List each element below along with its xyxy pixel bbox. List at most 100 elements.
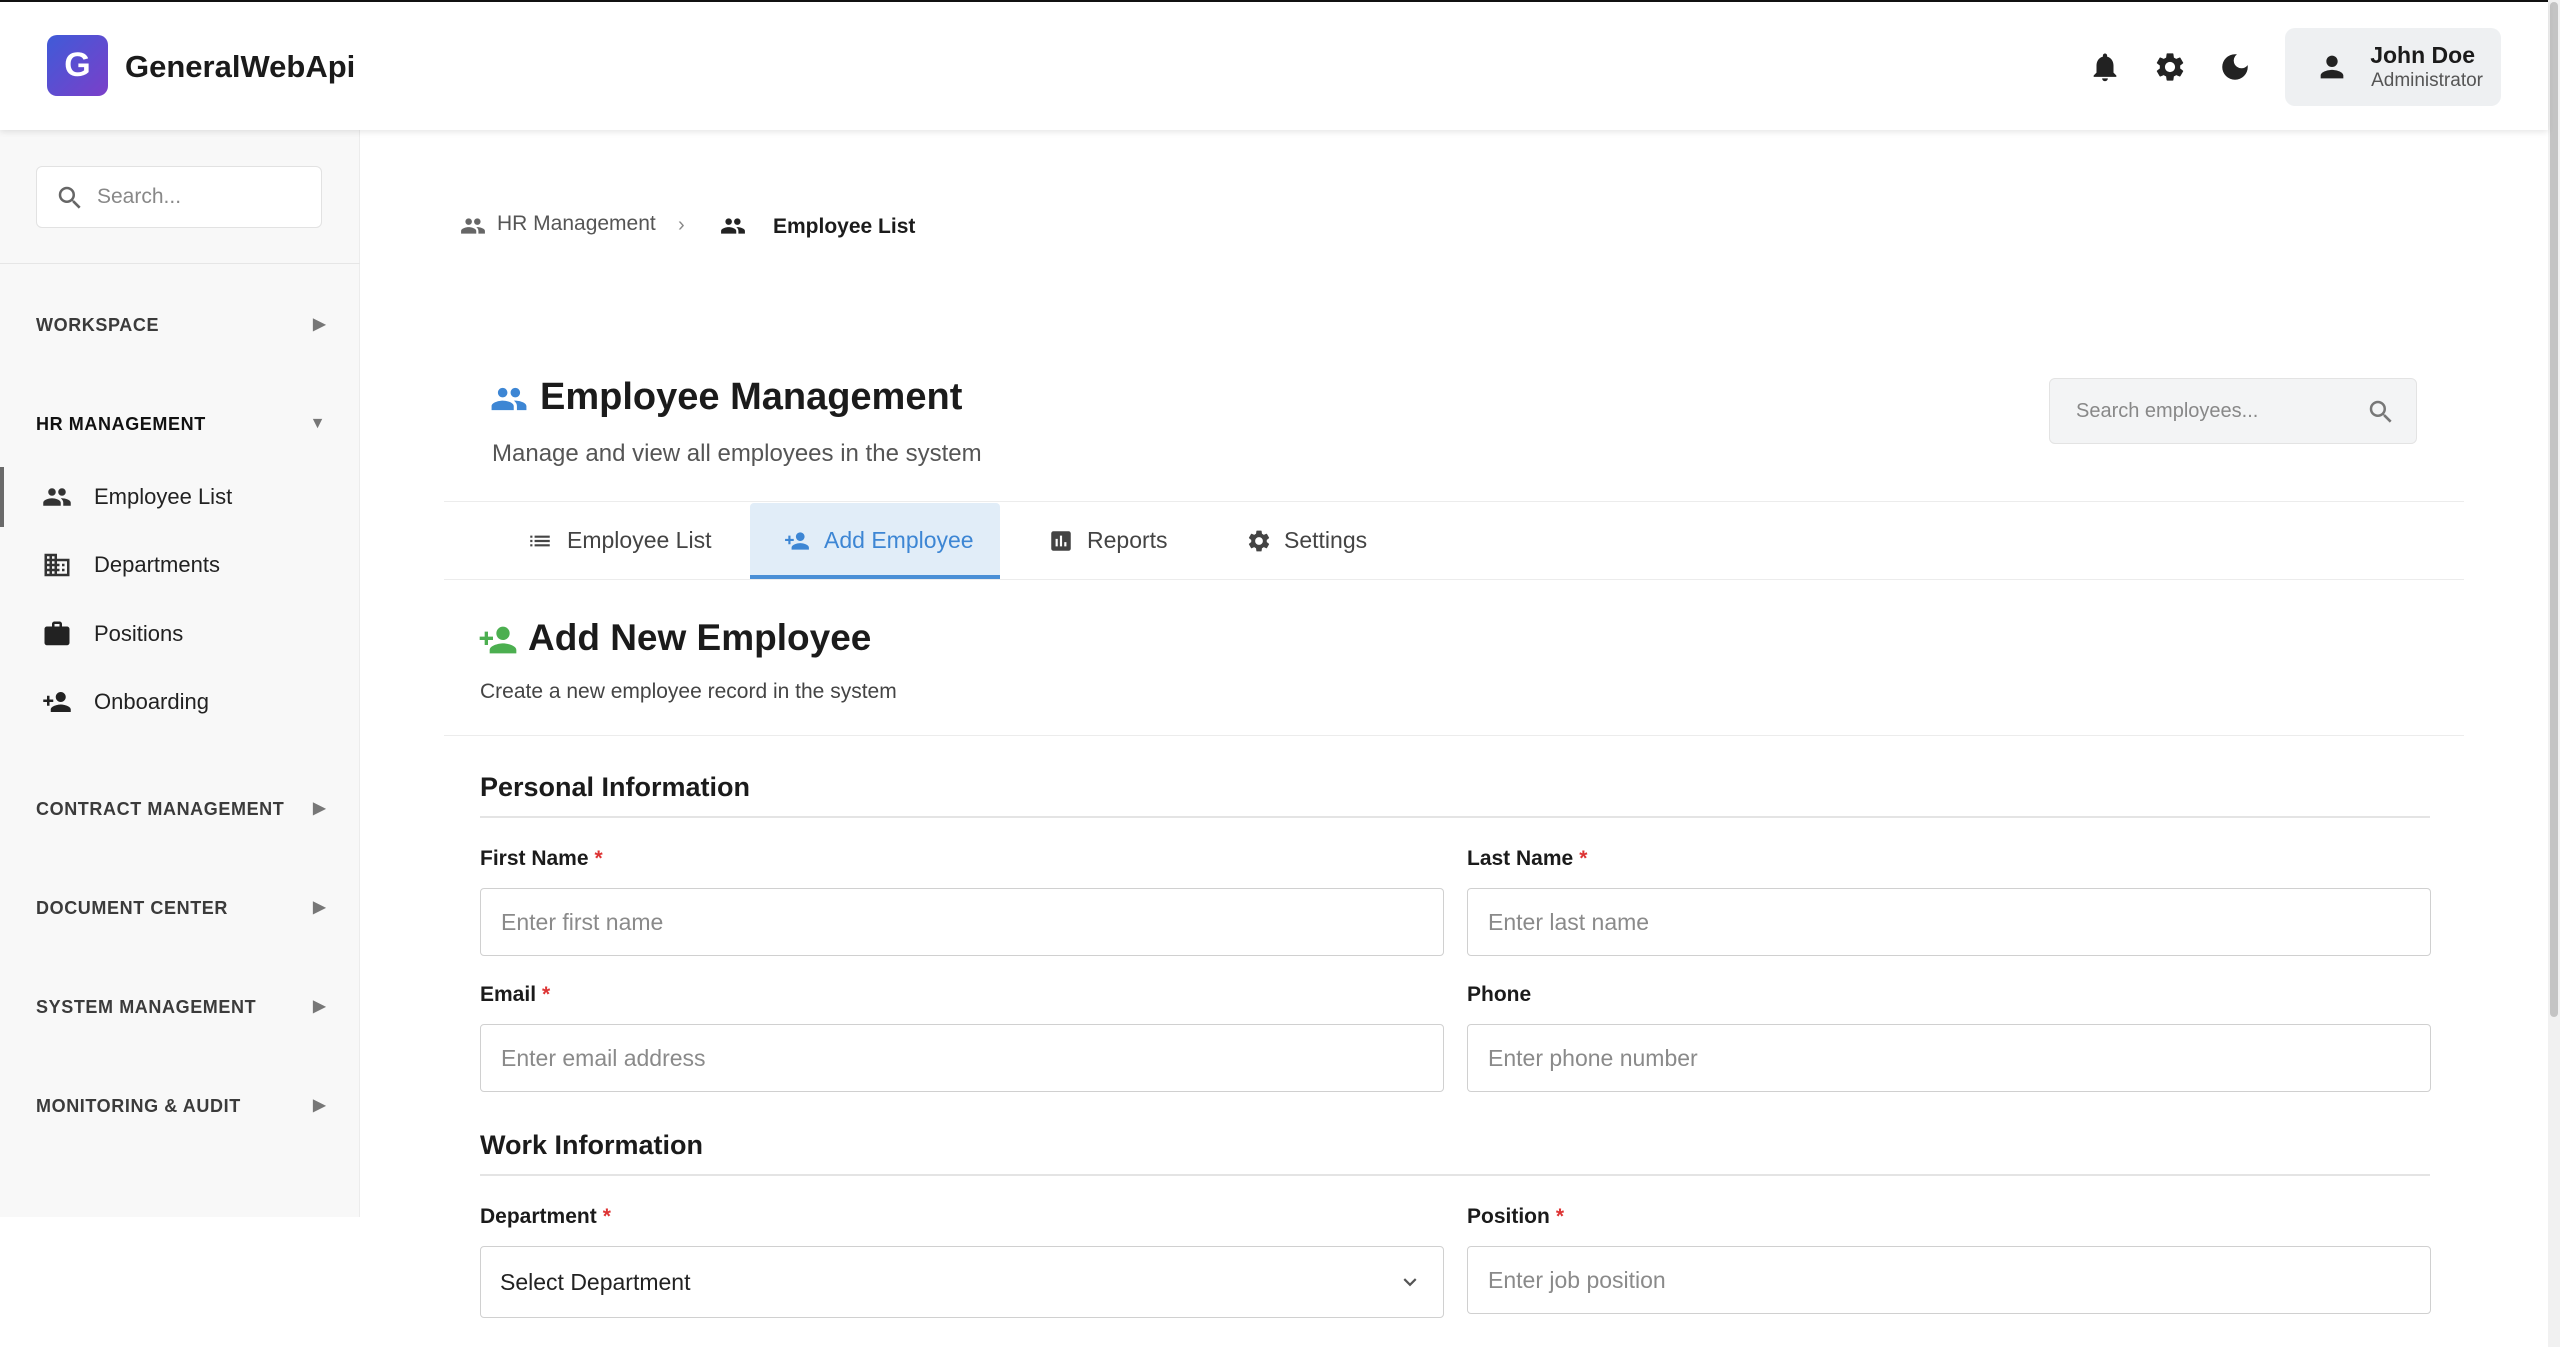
label-text: Phone: [1467, 983, 1532, 1006]
gear-icon: [1246, 528, 1272, 554]
position-field[interactable]: [1467, 1246, 2431, 1314]
sidebar-item-onboarding[interactable]: Onboarding: [0, 674, 360, 730]
tab-add-employee[interactable]: Add Employee: [750, 503, 1000, 579]
required-mark: *: [1579, 847, 1588, 870]
section-label: HR MANAGEMENT: [36, 414, 206, 434]
expand-arrow-icon: ▶: [313, 316, 326, 333]
label-text: Position: [1467, 1205, 1550, 1228]
department-select[interactable]: Select Department: [480, 1246, 1444, 1318]
first-name-label: First Name *: [480, 847, 603, 871]
chevron-down-icon: [1397, 1269, 1423, 1295]
required-mark: *: [594, 847, 603, 870]
building-icon: [42, 550, 72, 580]
top-bar: G GeneralWebApi John Doe Administrator: [0, 0, 2548, 130]
sidebar: WORKSPACE ▶ HR MANAGEMENT ▼ Employee Lis…: [0, 130, 360, 1217]
breadcrumb-current: Employee List: [773, 215, 916, 238]
sidebar-item-label: Employee List: [94, 484, 233, 509]
expand-arrow-icon: ▶: [313, 998, 326, 1015]
label-text: First Name: [480, 847, 589, 870]
required-mark: *: [542, 983, 551, 1006]
section-hr-management[interactable]: HR MANAGEMENT ▼: [36, 409, 326, 439]
collapse-arrow-icon: ▼: [309, 415, 326, 432]
expand-arrow-icon: ▶: [313, 899, 326, 916]
page-title: Employee Management: [540, 376, 963, 418]
group-divider: [480, 816, 2430, 818]
department-selected: Select Department: [500, 1269, 691, 1295]
sidebar-search-input[interactable]: [95, 177, 310, 217]
last-name-field[interactable]: [1467, 888, 2431, 956]
tab-reports[interactable]: Reports: [1030, 503, 1210, 579]
section-contract-management[interactable]: CONTRACT MANAGEMENT ▶: [36, 794, 326, 824]
user-name: John Doe: [2370, 42, 2475, 68]
tab-label: Reports: [1087, 527, 1168, 553]
section-label: SYSTEM MANAGEMENT: [36, 997, 257, 1017]
section-label: DOCUMENT CENTER: [36, 898, 228, 918]
people-icon: [42, 482, 72, 512]
first-name-field[interactable]: [480, 888, 1444, 956]
required-mark: *: [602, 1205, 611, 1228]
label-text: Email: [480, 983, 537, 1006]
sidebar-search: [36, 166, 322, 228]
search-icon: [55, 183, 85, 213]
label-text: Last Name: [1467, 847, 1574, 870]
form-title: Add New Employee: [528, 617, 872, 658]
moon-icon[interactable]: [2218, 50, 2252, 84]
tab-settings[interactable]: Settings: [1230, 503, 1410, 579]
app-logo[interactable]: G: [47, 35, 108, 96]
employee-search-input[interactable]: [2074, 391, 2364, 431]
form-divider: [444, 735, 2464, 736]
sidebar-item-employee-list[interactable]: Employee List: [0, 467, 360, 527]
section-workspace[interactable]: WORKSPACE ▶: [36, 310, 326, 340]
group-divider: [480, 1174, 2430, 1176]
page-subtitle: Manage and view all employees in the sys…: [492, 440, 982, 467]
employee-search: [2049, 378, 2417, 444]
section-monitoring-audit[interactable]: MONITORING & AUDIT ▶: [36, 1091, 326, 1121]
tab-label: Settings: [1284, 527, 1368, 553]
person-icon: [2315, 50, 2349, 84]
user-menu[interactable]: John Doe Administrator: [2285, 28, 2501, 106]
list-icon: [527, 528, 553, 554]
tab-employee-list[interactable]: Employee List: [505, 503, 723, 579]
last-name-label: Last Name *: [1467, 847, 1587, 871]
app-title[interactable]: GeneralWebApi: [125, 49, 355, 85]
email-field[interactable]: [480, 1024, 1444, 1092]
required-mark: *: [1555, 1205, 1565, 1228]
bell-icon[interactable]: [2088, 50, 2122, 84]
sidebar-item-departments[interactable]: Departments: [0, 537, 360, 593]
personal-info-title: Personal Information: [480, 772, 751, 802]
section-document-center[interactable]: DOCUMENT CENTER ▶: [36, 893, 326, 923]
sidebar-item-label: Departments: [94, 552, 220, 577]
person-add-icon: [42, 687, 72, 717]
sidebar-divider: [0, 263, 360, 264]
label-text: Department: [480, 1205, 597, 1228]
phone-field[interactable]: [1467, 1024, 2431, 1092]
form-subtitle: Create a new employee record in the syst…: [480, 680, 897, 703]
expand-arrow-icon: ▶: [313, 1097, 326, 1114]
tab-label: Add Employee: [824, 527, 974, 553]
sidebar-item-label: Positions: [94, 621, 184, 646]
gear-icon[interactable]: [2153, 50, 2187, 84]
tab-label: Employee List: [567, 527, 712, 553]
expand-arrow-icon: ▶: [313, 800, 326, 817]
section-label: CONTRACT MANAGEMENT: [36, 799, 285, 819]
section-label: MONITORING & AUDIT: [36, 1096, 241, 1116]
briefcase-icon: [42, 619, 72, 649]
people-icon: [490, 380, 528, 418]
tabs-divider: [444, 579, 2464, 580]
sidebar-item-label: Onboarding: [94, 689, 209, 714]
breadcrumb-hr-management[interactable]: HR Management: [497, 212, 656, 236]
department-label: Department *: [480, 1205, 611, 1229]
person-add-icon: [478, 620, 518, 660]
section-system-management[interactable]: SYSTEM MANAGEMENT ▶: [36, 992, 326, 1022]
position-label: Position *: [1467, 1205, 1564, 1229]
work-info-title: Work Information: [480, 1130, 704, 1160]
people-icon: [460, 213, 486, 239]
search-icon[interactable]: [2366, 397, 2396, 427]
phone-label: Phone: [1467, 983, 1531, 1007]
email-label: Email *: [480, 983, 550, 1007]
tabs-divider: [444, 501, 2464, 502]
sidebar-item-positions[interactable]: Positions: [0, 606, 360, 662]
user-role: Administrator: [2371, 70, 2483, 91]
scrollbar-thumb[interactable]: [2550, 2, 2558, 1017]
section-label: WORKSPACE: [36, 315, 160, 335]
